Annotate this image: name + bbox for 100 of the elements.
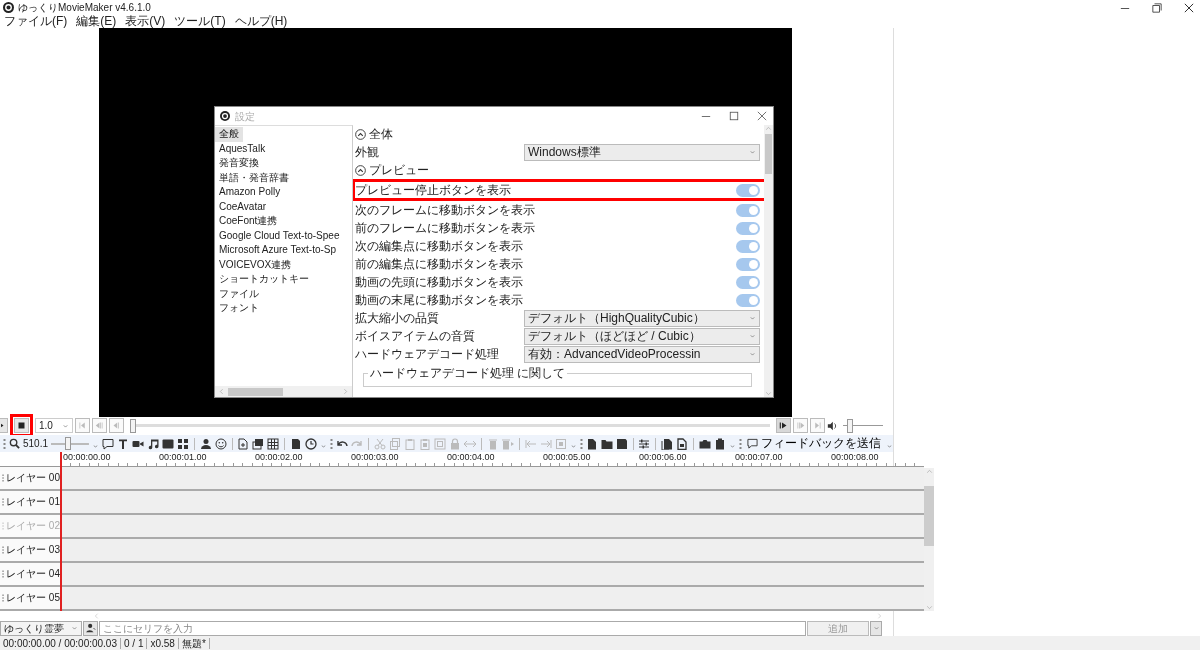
- menu-item[interactable]: ヘルプ(H): [234, 15, 288, 28]
- restore-icon[interactable]: [1152, 2, 1162, 13]
- scroll-left-icon[interactable]: [93, 611, 100, 620]
- grid-icon[interactable]: [267, 437, 280, 450]
- status-text: 0 / 1: [121, 637, 148, 649]
- play-button[interactable]: [0, 418, 8, 433]
- layer-header[interactable]: レイヤー 03: [0, 538, 60, 561]
- volume-icon[interactable]: [827, 420, 837, 431]
- dialogue-input[interactable]: ここにセリフを入力: [99, 620, 806, 636]
- scroll-down-icon[interactable]: [925, 604, 933, 611]
- category-item[interactable]: フォント: [215, 301, 263, 316]
- layer-header[interactable]: レイヤー 01: [0, 490, 60, 513]
- setting-label: 前のフレームに移動ボタンを表示: [355, 220, 535, 236]
- category-item[interactable]: Google Cloud Text-to-Spee: [215, 228, 344, 243]
- collapse-icon[interactable]: [355, 128, 366, 140]
- zoom-value: 510.1: [23, 437, 49, 451]
- music-note-icon[interactable]: [146, 437, 159, 450]
- person-icon[interactable]: [199, 437, 212, 450]
- category-item[interactable]: Amazon Polly: [215, 185, 285, 200]
- toggle-switch[interactable]: [736, 221, 760, 235]
- new-file-icon[interactable]: [585, 437, 598, 450]
- scrollbar[interactable]: [215, 386, 352, 397]
- layers-icon[interactable]: [252, 437, 265, 450]
- category-item[interactable]: 発音変換: [215, 156, 263, 171]
- clock-icon[interactable]: [305, 437, 318, 450]
- menu-item[interactable]: 編集(E): [76, 15, 117, 28]
- toggle-switch[interactable]: [736, 293, 760, 307]
- scrollbar-thumb[interactable]: [924, 486, 934, 546]
- sliders-icon[interactable]: [638, 437, 651, 450]
- document-icon[interactable]: [676, 437, 689, 450]
- category-item[interactable]: ファイル: [215, 286, 263, 301]
- category-item[interactable]: ショートカットキー: [215, 272, 313, 287]
- toggle-switch[interactable]: [736, 183, 760, 197]
- layer-header[interactable]: レイヤー 04: [0, 562, 60, 585]
- scroll-down-icon[interactable]: [765, 390, 772, 397]
- time-label: 00:00:06.00: [638, 452, 688, 464]
- speech-bubble-icon[interactable]: [101, 437, 114, 450]
- category-item[interactable]: CoeAvatar: [215, 199, 271, 214]
- menu-item[interactable]: 表示(V): [125, 15, 166, 28]
- menu-item[interactable]: ファイル(F): [4, 15, 68, 28]
- play-icon: [1, 421, 6, 430]
- folder-icon[interactable]: [600, 437, 613, 450]
- dropdown[interactable]: 有効：AdvancedVideoProcessin: [524, 345, 760, 363]
- time-label: 00:00:07.00: [734, 452, 784, 464]
- grid-icon[interactable]: [176, 437, 189, 450]
- time-label: 00:00:02.00: [254, 452, 304, 464]
- category-item[interactable]: AquesTalk: [215, 141, 270, 156]
- collapse-icon[interactable]: [355, 164, 366, 176]
- group-title: ハードウェアデコード処理 に関して: [368, 366, 568, 381]
- scrollbar-thumb[interactable]: [765, 134, 772, 174]
- dropdown[interactable]: デフォルト（ほどほど / Cubic）: [524, 327, 760, 345]
- setting-label: 次のフレームに移動ボタンを表示: [355, 202, 535, 218]
- toggle-switch[interactable]: [736, 257, 760, 271]
- scroll-right-icon[interactable]: [876, 611, 883, 620]
- voice-button[interactable]: [83, 620, 98, 636]
- speed-dropdown[interactable]: 1.0: [35, 418, 73, 433]
- dialog-title: 設定: [235, 109, 255, 124]
- layer-header[interactable]: レイヤー 00: [0, 466, 60, 489]
- category-item[interactable]: CoeFont連携: [215, 214, 282, 229]
- toggle-switch[interactable]: [736, 203, 760, 217]
- last-frame-icon: [813, 421, 822, 430]
- slider-thumb[interactable]: [130, 418, 136, 433]
- toggle-switch[interactable]: [736, 239, 760, 253]
- category-item[interactable]: 単語・発音辞書: [215, 170, 293, 185]
- scrollbar[interactable]: [764, 125, 773, 397]
- scroll-left-icon[interactable]: [218, 387, 225, 396]
- status-text: 無題*: [178, 637, 210, 649]
- time-label: 00:00:03.00: [350, 452, 400, 464]
- smiley-icon[interactable]: [214, 437, 227, 450]
- category-item[interactable]: Microsoft Azure Text-to-Sp: [215, 243, 341, 258]
- character-dropdown[interactable]: ゆっくり霊夢: [0, 620, 82, 636]
- dropdown-button[interactable]: [870, 620, 882, 636]
- setting-label: ハードウェアデコード処理: [355, 346, 499, 362]
- dropdown[interactable]: デフォルト（HighQualityCubic）: [524, 309, 760, 327]
- scrollbar[interactable]: [924, 468, 934, 611]
- text-tool-icon[interactable]: [116, 437, 129, 450]
- toggle-switch[interactable]: [736, 275, 760, 289]
- layer-header[interactable]: レイヤー 05: [0, 586, 60, 609]
- setting-label: 拡大縮小の品質: [355, 310, 439, 326]
- scroll-up-icon[interactable]: [765, 125, 772, 132]
- scrollbar-thumb[interactable]: [228, 387, 283, 396]
- scroll-right-icon[interactable]: [342, 387, 349, 396]
- menu-item[interactable]: ツール(T): [174, 15, 226, 28]
- feedback-button[interactable]: フィードバックを送信: [744, 436, 883, 451]
- playback-button[interactable]: [75, 418, 90, 433]
- window-title: ゆっくりMovieMaker v4.6.1.0: [18, 1, 151, 15]
- add-file-icon[interactable]: [237, 437, 250, 450]
- zoom-icon[interactable]: [9, 438, 20, 449]
- play-button[interactable]: [776, 418, 791, 433]
- category-item[interactable]: VOICEVOX連携: [215, 257, 296, 272]
- dropdown[interactable]: Windows標準: [524, 143, 760, 161]
- camera-icon[interactable]: [698, 437, 711, 450]
- scroll-up-icon[interactable]: [925, 468, 933, 475]
- copy-file-icon[interactable]: [661, 437, 674, 450]
- maximize-icon[interactable]: [729, 111, 739, 121]
- category-item[interactable]: 全般: [215, 127, 243, 142]
- layer-name: レイヤー 03: [6, 543, 60, 558]
- slider-thumb[interactable]: [65, 437, 72, 450]
- close-icon[interactable]: [1184, 2, 1194, 13]
- slider-thumb[interactable]: [847, 418, 854, 433]
